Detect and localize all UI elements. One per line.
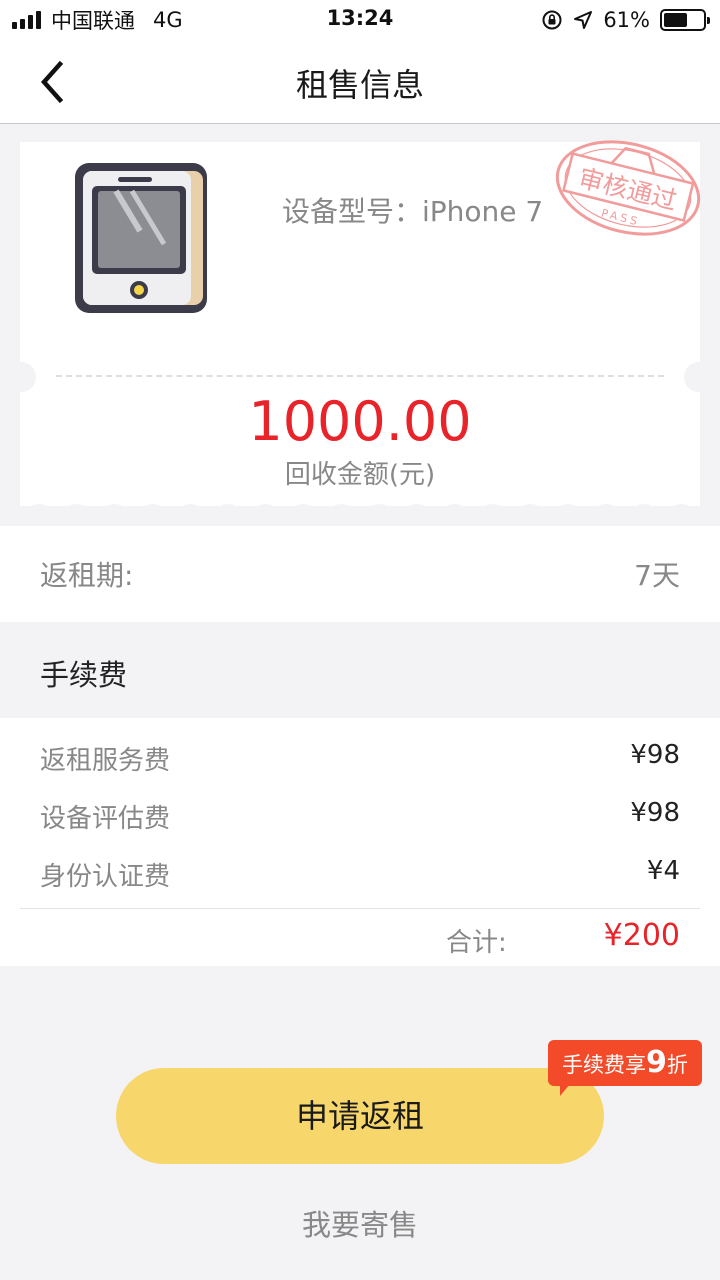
fee-value: ¥98 (630, 798, 680, 828)
model-value: iPhone 7 (422, 195, 544, 228)
fee-value: ¥98 (630, 740, 680, 770)
fees-list: 返租服务费 ¥98 设备评估费 ¥98 身份认证费 ¥4 合计: ¥200 (0, 718, 720, 966)
discount-number: 9 (646, 1045, 667, 1080)
status-bar: 中国联通 4G 13:24 61% (0, 0, 720, 40)
discount-badge: 手续费享9折 (548, 1040, 702, 1086)
fee-label: 设备评估费 (40, 804, 171, 834)
orientation-lock-icon (542, 10, 562, 30)
fee-value: ¥4 (646, 856, 680, 886)
tablet-phone-icon (75, 163, 207, 313)
recycle-amount: 1000.00 (248, 390, 472, 453)
fees-section-title: 手续费 (40, 658, 128, 692)
card-notch-right (684, 362, 714, 392)
discount-prefix: 手续费享 (562, 1053, 646, 1077)
rental-period-row: 返租期: 7天 (0, 526, 720, 622)
discount-badge-tail (560, 1084, 570, 1096)
fee-label: 返租服务费 (40, 746, 171, 776)
recycle-amount-label: 回收金额(元) (284, 460, 436, 490)
fees-total-value: ¥200 (603, 918, 680, 953)
page-title: 租售信息 (295, 66, 424, 104)
battery-icon (660, 9, 710, 31)
approved-stamp: 审核通过 PASS (555, 140, 701, 236)
fee-row-service: 返租服务费 ¥98 (40, 740, 680, 780)
battery-fill (664, 13, 688, 27)
consign-link[interactable]: 我要寄售 (0, 1202, 720, 1244)
card-scallop-edge (26, 504, 695, 514)
fee-row-evaluation: 设备评估费 ¥98 (40, 798, 680, 838)
model-label: 设备型号： (282, 195, 423, 228)
location-arrow-icon (574, 11, 593, 29)
status-right: 61% (541, 6, 710, 34)
card-divider (56, 375, 664, 377)
fee-row-identity: 身份认证费 ¥4 (40, 856, 680, 896)
device-model: 设备型号：iPhone 7 (282, 190, 543, 230)
fee-label: 身份认证费 (40, 862, 171, 892)
rental-period-label: 返租期: (40, 559, 134, 592)
fees-total-label: 合计: (446, 928, 507, 958)
apply-rental-button[interactable]: 申请返租 (116, 1068, 604, 1164)
nav-bar: 租售信息 (0, 40, 720, 124)
fees-divider (20, 908, 700, 909)
card-notch-left (6, 362, 36, 392)
stamp-subtext: PASS (600, 207, 641, 229)
battery-percent: 61% (603, 8, 650, 32)
discount-suffix: 折 (666, 1053, 688, 1077)
rental-period-value: 7天 (634, 559, 680, 592)
